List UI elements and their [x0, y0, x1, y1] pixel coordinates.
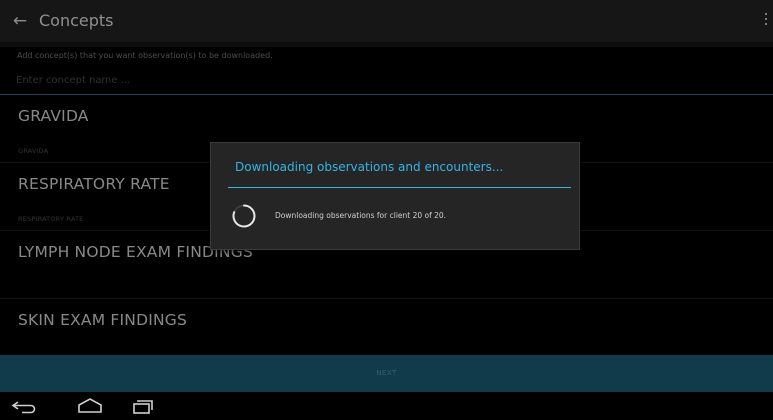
- dialog-title: Downloading observations and encounters.…: [235, 160, 504, 174]
- dialog-message: Downloading observations for client 20 o…: [275, 211, 447, 220]
- dialog-divider: [228, 187, 571, 188]
- screen: ← Concepts Add concept(s) that you want …: [0, 0, 773, 420]
- progress-dialog: Downloading observations and encounters.…: [210, 142, 580, 250]
- recent-apps-icon[interactable]: [124, 396, 164, 416]
- loading-spinner-icon: [231, 203, 257, 229]
- back-icon[interactable]: [4, 396, 44, 416]
- home-icon[interactable]: [70, 396, 110, 416]
- navigation-bar: [0, 392, 773, 420]
